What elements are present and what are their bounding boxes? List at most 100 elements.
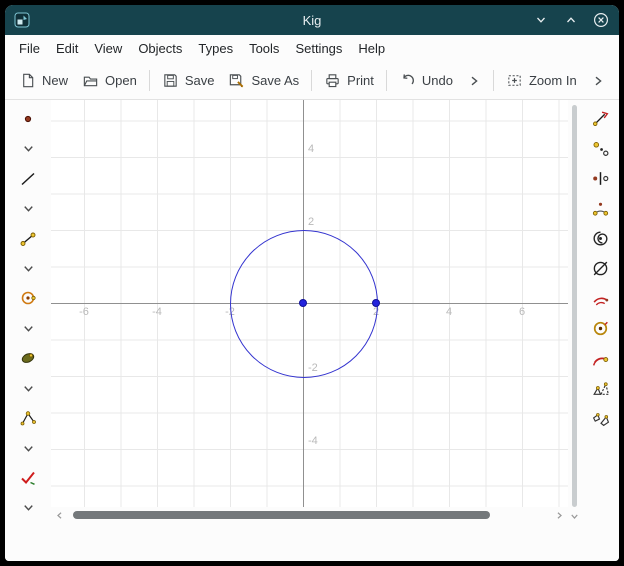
segments-tool-expander[interactable]: [5, 254, 51, 284]
menu-help[interactable]: Help: [350, 38, 393, 59]
axial-reflection-tool[interactable]: [591, 168, 610, 188]
open-button-label: Open: [105, 73, 137, 88]
print-button[interactable]: Print: [317, 67, 381, 94]
angles-tool[interactable]: [5, 403, 51, 433]
zoom-in-button[interactable]: Zoom In: [499, 67, 584, 94]
spiral-icon: [591, 229, 610, 248]
angles-tool-expander[interactable]: [5, 433, 51, 463]
y-axis-tick-label: 2: [308, 216, 314, 228]
chevron-right-icon: [467, 74, 481, 88]
toolbar-separator: [149, 70, 150, 91]
geometry-canvas[interactable]: -6-4-224642-2-4: [51, 100, 568, 507]
conics-tool-expander[interactable]: [5, 373, 51, 403]
segments-tool[interactable]: [5, 224, 51, 254]
open-icon: [82, 72, 99, 89]
spiral-similarity-tool[interactable]: [591, 228, 610, 248]
window-title: Kig: [5, 13, 619, 28]
maximize-icon: [564, 13, 578, 27]
save-as-button[interactable]: Save As: [221, 67, 306, 94]
arc-point-icon: [591, 349, 610, 368]
y-axis-tick-label: -4: [308, 435, 318, 447]
main-area: -6-4-224642-2-4: [5, 100, 619, 523]
lines-tool-expander[interactable]: [5, 194, 51, 224]
kig-window: Kig FileEditViewObjectsTypesToolsSetting…: [5, 5, 619, 561]
lines-tool[interactable]: [5, 164, 51, 194]
zoom-in-icon: [506, 72, 523, 89]
new-button[interactable]: New: [12, 67, 75, 94]
rotate-circle-tool[interactable]: [591, 318, 610, 338]
undo-icon: [399, 72, 416, 89]
chevron-down-icon: [21, 381, 36, 396]
translate-tool[interactable]: [591, 108, 610, 128]
save-icon: [162, 72, 179, 89]
vscroll-track[interactable]: [568, 103, 581, 511]
vertical-scrollbar[interactable]: [568, 100, 581, 523]
right-tool-rail: [581, 100, 619, 523]
canvas-column: -6-4-224642-2-4: [51, 100, 568, 523]
toolbar-separator: [311, 70, 312, 91]
left-tool-rail: [5, 100, 51, 523]
window-controls: [532, 11, 610, 29]
undo-more-button[interactable]: [460, 69, 488, 93]
line-icon: [19, 170, 37, 188]
menu-types[interactable]: Types: [190, 38, 241, 59]
projectivity-tool[interactable]: [591, 408, 610, 428]
circle-inversion-tool[interactable]: [591, 258, 610, 278]
menu-tools[interactable]: Tools: [241, 38, 287, 59]
chevron-down-icon: [21, 500, 36, 515]
menu-edit[interactable]: Edit: [48, 38, 86, 59]
hscroll-left-icon[interactable]: [54, 510, 65, 521]
axial-reflection-icon: [591, 169, 610, 188]
minimize-icon: [534, 13, 548, 27]
tests-tool-expander[interactable]: [5, 493, 51, 523]
circles-tool[interactable]: [5, 284, 51, 314]
menu-objects[interactable]: Objects: [130, 38, 190, 59]
vscroll-down-icon[interactable]: [569, 511, 580, 522]
similarity-tool[interactable]: [591, 378, 610, 398]
rotation-tool[interactable]: [591, 198, 610, 218]
menu-view[interactable]: View: [86, 38, 130, 59]
save-button-label: Save: [185, 73, 215, 88]
app-icon: [14, 12, 30, 28]
toolbar-overflow-button[interactable]: [584, 69, 612, 93]
hscroll-track[interactable]: [67, 507, 552, 523]
arcs-icon: [591, 289, 610, 308]
central-symmetry-icon: [591, 139, 610, 158]
print-icon: [324, 72, 341, 89]
circles-tool-expander[interactable]: [5, 313, 51, 343]
geometry-point[interactable]: [372, 299, 380, 307]
menu-file[interactable]: File: [11, 38, 48, 59]
open-button[interactable]: Open: [75, 67, 144, 94]
hscroll-thumb[interactable]: [73, 511, 490, 519]
conic-icon: [19, 349, 37, 367]
chevron-down-icon: [21, 141, 36, 156]
maximize-button[interactable]: [562, 11, 580, 29]
tests-tool[interactable]: [5, 463, 51, 493]
chevron-down-icon: [21, 261, 36, 276]
points-tool[interactable]: [5, 104, 51, 134]
inversion-icon: [591, 259, 610, 278]
central-symmetry-tool[interactable]: [591, 138, 610, 158]
geometry-point[interactable]: [299, 299, 307, 307]
conics-tool[interactable]: [5, 343, 51, 373]
horizontal-scrollbar[interactable]: [51, 507, 568, 523]
arcs-tool[interactable]: [591, 288, 610, 308]
menubar: FileEditViewObjectsTypesToolsSettingsHel…: [5, 35, 619, 62]
main-toolbar: New Open Save Save As Print Undo Zoom In: [5, 62, 619, 100]
toolbar-separator: [386, 70, 387, 91]
translate-icon: [591, 109, 610, 128]
minimize-button[interactable]: [532, 11, 550, 29]
points-tool-expander[interactable]: [5, 134, 51, 164]
segment-icon: [19, 230, 37, 248]
close-button[interactable]: [592, 11, 610, 29]
similarity-icon: [591, 379, 610, 398]
save-button[interactable]: Save: [155, 67, 222, 94]
angle-icon: [19, 409, 37, 427]
undo-button[interactable]: Undo: [392, 67, 460, 94]
close-icon: [593, 12, 609, 28]
vscroll-thumb[interactable]: [572, 105, 577, 507]
arc-point-tool[interactable]: [591, 348, 610, 368]
menu-settings[interactable]: Settings: [287, 38, 350, 59]
titlebar[interactable]: Kig: [5, 5, 619, 35]
hscroll-right-icon[interactable]: [554, 510, 565, 521]
